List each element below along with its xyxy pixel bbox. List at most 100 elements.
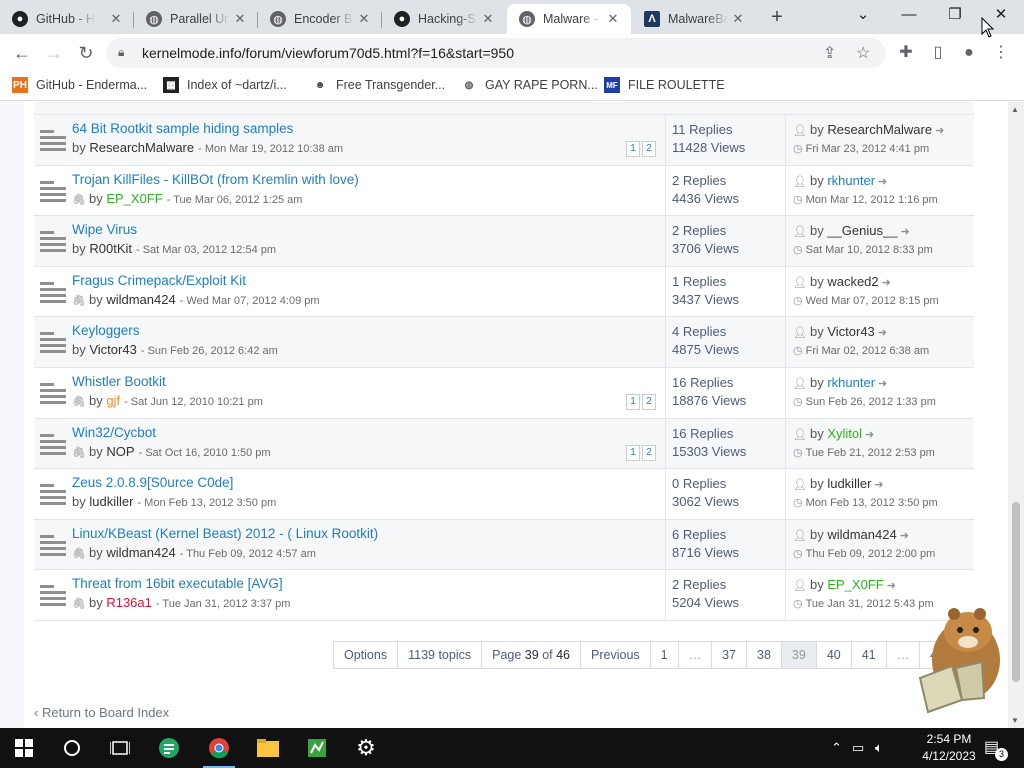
topic-author-link[interactable]: gjf xyxy=(106,393,120,408)
last-post-author-link[interactable]: wacked2 xyxy=(827,274,878,289)
last-post-author-link[interactable]: Victor43 xyxy=(827,324,874,339)
close-icon[interactable]: ✕ xyxy=(605,11,621,27)
last-post-author-link[interactable]: EP_X0FF xyxy=(827,577,883,592)
last-post-author-link[interactable]: rkhunter xyxy=(827,173,875,188)
tab-parallel-un[interactable]: ◍ Parallel Un ✕ xyxy=(134,4,258,34)
options-button[interactable]: Options xyxy=(334,642,399,668)
page-indicator[interactable]: Page 39 of 46 xyxy=(482,642,582,668)
topic-title-link[interactable]: Zeus 2.0.8.9[S0urce C0de] xyxy=(72,475,233,490)
system-clock[interactable]: 2:54 PM 4/12/2023 xyxy=(916,731,982,765)
last-post-author-link[interactable]: Xylitol xyxy=(827,426,862,441)
page-scrollbar[interactable]: ▲ ▼ xyxy=(1008,102,1024,728)
topic-title-link[interactable]: Whistler Bootkit xyxy=(72,374,166,389)
close-icon[interactable]: ✕ xyxy=(108,11,124,27)
scrollbar-thumb[interactable] xyxy=(1012,502,1020,682)
bookmark-gay-rape-porn[interactable]: ◍ GAY RAPE PORN... xyxy=(461,77,598,93)
bookmark-index-of-dartz[interactable]: ▦ Index of ~dartz/i... xyxy=(163,77,287,93)
address-bar[interactable]: 🔒︎ kernelmode.info/forum/viewforum70d5.h… xyxy=(106,38,886,68)
topic-title-link[interactable]: Win32/Cycbot xyxy=(72,425,156,440)
new-tab-button[interactable]: + xyxy=(766,6,788,28)
minimize-button[interactable]: — xyxy=(886,0,932,30)
network-icon[interactable]: ▭ xyxy=(852,740,864,756)
settings-gear-icon[interactable]: ⚙ xyxy=(342,728,390,768)
share-icon[interactable]: ⇪ xyxy=(823,43,836,63)
last-post-author-link[interactable]: ludkiller xyxy=(827,476,871,491)
goto-last-post-icon[interactable]: ➜ xyxy=(935,125,944,137)
task-view-icon[interactable] xyxy=(96,728,144,768)
volume-muted-icon[interactable]: 🔈︎ xyxy=(875,740,883,756)
close-icon[interactable]: ✕ xyxy=(480,11,496,27)
goto-last-post-icon[interactable]: ➜ xyxy=(865,429,874,441)
bookmark-file-roulette[interactable]: MF FILE ROULETTE xyxy=(604,77,725,93)
page-link[interactable]: 41 xyxy=(852,642,887,668)
topic-title-link[interactable]: Linux/KBeast (Kernel Beast) 2012 - ( Lin… xyxy=(72,526,378,541)
url-text[interactable]: kernelmode.info/forum/viewforum70d5.html… xyxy=(142,45,514,61)
forward-button[interactable]: → xyxy=(40,39,68,67)
scroll-down-arrow-icon[interactable]: ▼ xyxy=(1011,716,1019,725)
tab-malware[interactable]: ◍ Malware - ✕ xyxy=(507,4,631,34)
topic-author-link[interactable]: ludkiller xyxy=(89,494,133,509)
topic-author-link[interactable]: NOP xyxy=(106,444,134,459)
goto-last-post-icon[interactable]: ➜ xyxy=(874,479,883,491)
file-explorer-icon[interactable] xyxy=(244,728,292,768)
goto-last-post-icon[interactable]: ➜ xyxy=(900,226,909,238)
goto-last-post-icon[interactable]: ➜ xyxy=(878,327,887,339)
topic-author-link[interactable]: R00tKit xyxy=(89,241,132,256)
search-icon[interactable] xyxy=(48,728,96,768)
topic-author-link[interactable]: wildman424 xyxy=(106,545,175,560)
topic-page-link[interactable]: 2 xyxy=(642,141,656,157)
topic-author-link[interactable]: wildman424 xyxy=(106,292,175,307)
topic-author-link[interactable]: ResearchMalware xyxy=(89,140,194,155)
topic-title-link[interactable]: 64 Bit Rootkit sample hiding samples xyxy=(72,121,293,136)
tab-malwarebazaar[interactable]: Λ MalwareBa ✕ xyxy=(632,4,756,34)
topic-page-link[interactable]: 2 xyxy=(642,393,656,410)
bookmark-star-icon[interactable]: ☆ xyxy=(856,43,870,63)
page-link[interactable]: 37 xyxy=(712,642,748,668)
topic-title-link[interactable]: Threat from 16bit executable [AVG] xyxy=(72,576,283,591)
back-button[interactable]: ← xyxy=(8,39,36,67)
topic-page-link[interactable]: 2 xyxy=(642,444,656,461)
tab-encoder-bo[interactable]: ◍ Encoder Bo ✕ xyxy=(258,4,382,34)
topic-title-link[interactable]: Wipe Virus xyxy=(72,222,137,237)
tab-search-icon[interactable]: ⌄ xyxy=(840,0,886,30)
profile-avatar-icon[interactable]: ● xyxy=(958,42,980,64)
close-icon[interactable]: ✕ xyxy=(232,11,248,27)
side-panel-icon[interactable]: ▯ xyxy=(927,42,949,64)
tab-github-h[interactable]: ● GitHub - H ✕ xyxy=(0,4,134,34)
sheets-app-icon[interactable] xyxy=(145,728,193,768)
goto-last-post-icon[interactable]: ➜ xyxy=(882,277,891,289)
last-post-author-link[interactable]: wildman424 xyxy=(827,527,896,542)
start-button[interactable] xyxy=(0,728,48,768)
menu-icon[interactable]: ⋮ xyxy=(990,42,1012,64)
page-link[interactable]: 38 xyxy=(747,642,782,668)
topic-title-link[interactable]: Trojan KillFiles - KillBOt (from Kremlin… xyxy=(72,172,359,187)
page-link[interactable]: 40 xyxy=(817,642,852,668)
topic-page-link[interactable]: 1 xyxy=(626,141,640,157)
bookmark-github-enderma[interactable]: PH GitHub - Enderma... xyxy=(12,77,147,93)
return-to-board-index-link[interactable]: ‹ Return to Board Index xyxy=(34,705,169,720)
topic-author-link[interactable]: R136a1 xyxy=(106,595,152,610)
chrome-icon[interactable] xyxy=(195,728,243,768)
extensions-icon[interactable]: ✚ xyxy=(895,42,917,64)
notepad-app-icon[interactable] xyxy=(293,728,341,768)
lock-icon[interactable]: 🔒︎ xyxy=(118,45,134,61)
goto-last-post-icon[interactable]: ➜ xyxy=(878,176,887,188)
topic-title-link[interactable]: Fragus Crimepack/Exploit Kit xyxy=(72,273,246,288)
topic-author-link[interactable]: Victor43 xyxy=(89,342,136,357)
goto-last-post-icon[interactable]: ➜ xyxy=(900,530,909,542)
goto-last-post-icon[interactable]: ➜ xyxy=(878,378,887,390)
last-post-author-link[interactable]: __Genius__ xyxy=(827,223,897,238)
goto-last-post-icon[interactable]: ➜ xyxy=(887,580,896,592)
restore-button[interactable]: ❐ xyxy=(932,0,978,30)
last-post-author-link[interactable]: ResearchMalware xyxy=(827,122,932,137)
topic-author-link[interactable]: EP_X0FF xyxy=(106,191,162,206)
last-post-author-link[interactable]: rkhunter xyxy=(827,375,875,390)
page-link[interactable]: 1 xyxy=(651,642,679,668)
chevron-up-icon[interactable]: ⌃ xyxy=(831,740,842,756)
topic-page-link[interactable]: 1 xyxy=(626,393,640,410)
close-icon[interactable]: ✕ xyxy=(356,11,372,27)
scroll-up-arrow-icon[interactable]: ▲ xyxy=(1011,105,1019,114)
reload-button[interactable]: ↻ xyxy=(72,39,100,67)
previous-button[interactable]: Previous xyxy=(581,642,651,668)
close-icon[interactable]: ✕ xyxy=(730,11,746,27)
